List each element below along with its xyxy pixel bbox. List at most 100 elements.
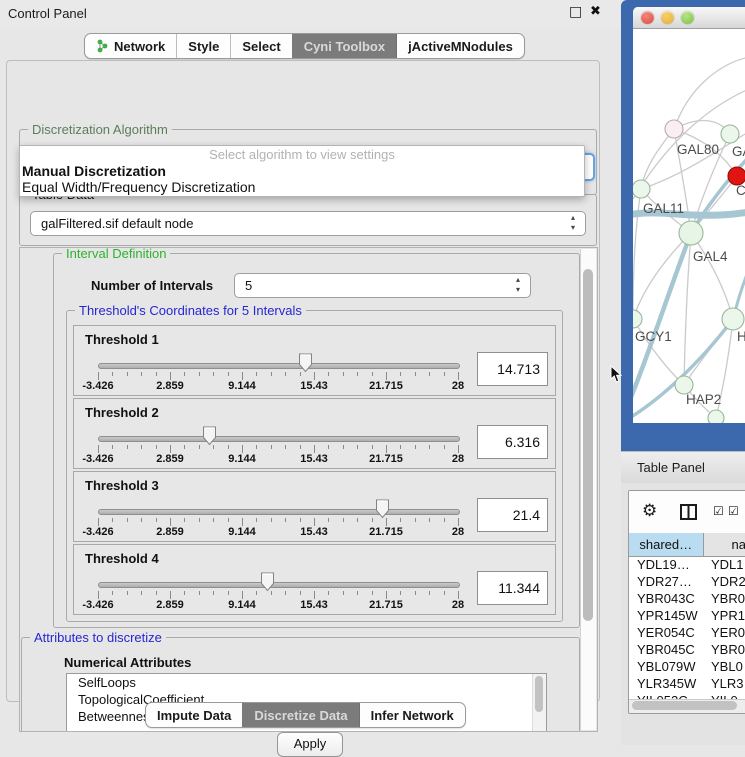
cell-shared-name[interactable]: YIL052C (629, 692, 706, 699)
column-header-shared-name[interactable]: shared… (629, 533, 704, 556)
cell-name[interactable]: YLR3 (706, 675, 745, 692)
table-row[interactable]: YDR27…YDR2 (629, 573, 745, 590)
threshold-slider-thumb[interactable] (375, 499, 390, 519)
tick-mark (213, 372, 214, 376)
table-row[interactable]: YPR145WYPR1 (629, 607, 745, 624)
threshold-value-field[interactable]: 11.344 (477, 571, 548, 605)
node-label: GAL80 (677, 142, 719, 157)
cell-shared-name[interactable]: YBR045C (629, 641, 706, 658)
threshold-value-field[interactable]: 6.316 (477, 425, 548, 459)
tab-infer-network[interactable]: Infer Network (359, 703, 465, 727)
tab-impute-data[interactable]: Impute Data (146, 703, 242, 727)
threshold-value-field[interactable]: 14.713 (477, 352, 548, 386)
scrollbar-thumb[interactable] (583, 269, 593, 621)
threshold-slider-thumb[interactable] (260, 572, 275, 592)
network-canvas[interactable]: GAL80GACGAL11GAL4GCY1HHAP2 (633, 29, 745, 423)
tab-discretize-data[interactable]: Discretize Data (242, 703, 358, 727)
cell-shared-name[interactable]: YPR145W (629, 607, 706, 624)
network-window-titlebar[interactable] (633, 7, 745, 29)
network-node[interactable] (708, 410, 724, 423)
tick-mark (400, 372, 401, 376)
checkbox-icon[interactable]: ☑ (713, 504, 724, 518)
panel-scrollbar[interactable] (580, 249, 596, 730)
cell-shared-name[interactable]: YDL19… (629, 556, 706, 573)
column-header-name[interactable]: na (704, 533, 745, 556)
tick-mark (127, 518, 128, 522)
gear-icon[interactable]: ⚙ (642, 501, 657, 521)
tick-mark (328, 591, 329, 595)
network-node-gal11[interactable] (633, 180, 650, 198)
close-icon[interactable]: ✖ (590, 4, 601, 19)
network-window-frame: GAL80GACGAL11GAL4GCY1HHAP2 (621, 0, 745, 451)
threshold-value-field[interactable]: 21.4 (477, 498, 548, 532)
tick-mark (429, 372, 430, 376)
network-node-gcy1[interactable] (633, 310, 642, 328)
tab-label: Discretize Data (254, 708, 347, 723)
slider-tick-labels: -3.4262.8599.14415.4321.71528 (98, 453, 459, 465)
network-node-h[interactable] (722, 308, 744, 330)
tick-label: 9.144 (210, 599, 274, 611)
tab-style[interactable]: Style (176, 34, 230, 58)
table-horizontal-scrollbar[interactable] (629, 699, 745, 713)
table-row[interactable]: YLR345WYLR3 (629, 675, 745, 692)
cell-name[interactable]: YDL1 (706, 556, 745, 573)
node-label: GAL11 (643, 201, 684, 216)
table-row[interactable]: YIL052CYIL0 (629, 692, 745, 699)
slider-tick-labels: -3.4262.8599.14415.4321.71528 (98, 526, 459, 538)
minimize-traffic-light[interactable] (661, 11, 674, 24)
attributes-list-scrollbar[interactable] (532, 674, 546, 732)
scrollbar-thumb[interactable] (632, 701, 737, 710)
tick-mark (314, 591, 315, 599)
threshold-slider-track[interactable] (98, 582, 460, 588)
cell-name[interactable]: YER0 (706, 624, 745, 641)
control-panel-titlebar: Control Panel □ ✖ (0, 0, 620, 27)
tab-cyni-toolbox[interactable]: Cyni Toolbox (292, 34, 396, 58)
float-window-icon[interactable]: □ (569, 4, 582, 20)
table-row[interactable]: YBL079WYBL0 (629, 658, 745, 675)
tab-jactivemnodules[interactable]: jActiveMNodules (396, 34, 524, 58)
cell-name[interactable]: YIL0 (706, 692, 745, 699)
tick-mark (415, 591, 416, 595)
tab-select[interactable]: Select (230, 34, 291, 58)
tick-mark (271, 445, 272, 449)
zoom-traffic-light[interactable] (681, 11, 694, 24)
network-node-gal80[interactable] (665, 120, 683, 138)
cell-shared-name[interactable]: YLR345W (629, 675, 706, 692)
threshold-slider-thumb[interactable] (298, 353, 313, 373)
tab-network[interactable]: Network (85, 34, 176, 58)
node-label: C (736, 183, 745, 198)
tick-mark (199, 445, 200, 449)
cell-shared-name[interactable]: YBL079W (629, 658, 706, 675)
threshold-slider-track[interactable] (98, 363, 460, 369)
cell-name[interactable]: YBL0 (706, 658, 745, 675)
table-row[interactable]: YBR045CYBR0 (629, 641, 745, 658)
close-traffic-light[interactable] (641, 11, 654, 24)
attribute-item-selfloops[interactable]: SelfLoops (67, 674, 546, 691)
tick-label: -3.426 (66, 526, 130, 538)
columns-icon[interactable] (680, 504, 697, 520)
tick-mark (386, 591, 387, 599)
cell-name[interactable]: YBR0 (706, 590, 745, 607)
cell-shared-name[interactable]: YBR043C (629, 590, 706, 607)
cell-name[interactable]: YBR0 (706, 641, 745, 658)
tick-mark (98, 518, 99, 526)
table-row[interactable]: YER054CYER0 (629, 624, 745, 641)
cell-shared-name[interactable]: YDR27… (629, 573, 706, 590)
cell-name[interactable]: YDR2 (706, 573, 745, 590)
cell-shared-name[interactable]: YER054C (629, 624, 706, 641)
table-row[interactable]: YBR043CYBR0 (629, 590, 745, 607)
table-data-combobox[interactable]: galFiltered.sif default node ▴▾ (30, 211, 586, 236)
network-node-gal4[interactable] (679, 221, 703, 245)
scrollbar-thumb[interactable] (535, 676, 543, 712)
number-of-intervals-combobox[interactable]: 5 ▴▾ (234, 273, 531, 298)
algorithm-option-equal-width[interactable]: Equal Width/Frequency Discretization (20, 179, 584, 195)
algorithm-option-manual[interactable]: Manual Discretization (20, 163, 584, 179)
checkbox-icon[interactable]: ☑ (728, 504, 739, 518)
network-node-ga[interactable] (721, 125, 739, 143)
threshold-slider-thumb[interactable] (202, 426, 217, 446)
threshold-slider-track[interactable] (98, 436, 460, 442)
table-row[interactable]: YDL19…YDL1 (629, 556, 745, 573)
cell-name[interactable]: YPR1 (706, 607, 745, 624)
interval-definition-group: Interval Definition Number of Intervals … (53, 253, 580, 628)
threshold-slider-track[interactable] (98, 509, 460, 515)
